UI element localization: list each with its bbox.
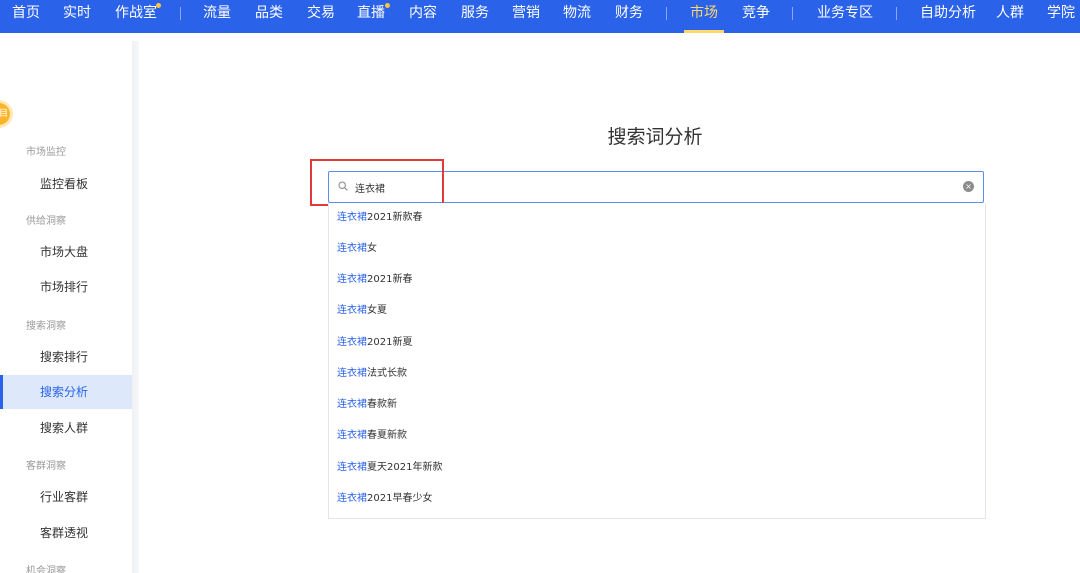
suggestion-item[interactable]: 连衣裙法式长款 [337,364,937,384]
group-label-search-insight: 搜索洞察 [26,321,66,332]
sidebar-item-monitor-board[interactable]: 监控看板 [0,167,132,201]
suggestion-keyword: 连衣裙 [337,305,367,316]
suggestion-rest: 夏天2021年新款 [367,462,443,473]
nav-item-business-zone[interactable]: 业务专区 [817,0,873,33]
suggestion-rest: 法式长款 [367,368,407,379]
nav-divider [896,7,897,20]
suggestion-keyword: 连衣裙 [337,337,367,348]
suggestion-rest: 2021新夏 [367,337,413,348]
group-label-opportunity-insight: 机会洞察 [26,566,66,573]
group-label-customer-insight: 客群洞察 [26,461,66,472]
suggestion-keyword: 连衣裙 [337,399,367,410]
suggestion-item[interactable]: 连衣裙女 [337,239,937,259]
suggestion-item[interactable]: 连衣裙女夏 [337,301,937,321]
nav-item-service[interactable]: 服务 [461,0,489,33]
nav-item-category[interactable]: 品类 [255,0,283,33]
suggestion-keyword: 连衣裙 [337,493,367,504]
nav-item-competition[interactable]: 竞争 [742,0,770,33]
suggestion-rest: 女 [367,243,377,254]
badge-text: 目 [0,109,9,119]
sidebar-item-market-ranking[interactable]: 市场排行 [0,270,132,304]
suggestion-keyword: 连衣裙 [337,212,367,223]
nav-item-live[interactable]: 直播 [357,0,385,33]
sidebar-item-search-analysis[interactable]: 搜索分析 [0,375,132,409]
suggestion-rest: 2021新款春 [367,212,423,223]
nav-divider [666,7,667,20]
page-title: 搜索词分析 [607,126,703,148]
suggestion-item[interactable]: 连衣裙2021新款春 [337,208,937,228]
highlight-annotation [310,159,444,206]
nav-divider [792,7,793,20]
suggestion-item[interactable]: 连衣裙春夏新款 [337,426,937,446]
sidebar-badge[interactable]: 目 [0,103,10,125]
suggestion-keyword: 连衣裙 [337,274,367,285]
sidebar-item-search-ranking[interactable]: 搜索排行 [0,340,132,374]
suggestion-rest: 春夏新款 [367,430,407,441]
nav-item-traffic[interactable]: 流量 [203,0,231,33]
nav-item-content[interactable]: 内容 [409,0,437,33]
nav-item-realtime[interactable]: 实时 [63,0,91,33]
nav-item-academy[interactable]: 学院 [1047,0,1075,33]
suggestion-keyword: 连衣裙 [337,368,367,379]
suggestion-item[interactable]: 连衣裙2021早春少女 [337,489,937,509]
group-label-market-monitor: 市场监控 [26,147,66,158]
suggestion-item[interactable]: 连衣裙2021新春 [337,270,937,290]
group-label-supply-insight: 供给洞察 [26,216,66,227]
sidebar-item-search-crowd[interactable]: 搜索人群 [0,411,132,445]
new-dot-icon [156,3,161,8]
sidebar-item-customer-perspective[interactable]: 客群透视 [0,516,132,550]
nav-item-finance[interactable]: 财务 [615,0,643,33]
suggestion-keyword: 连衣裙 [337,462,367,473]
sidebar-item-market-overview[interactable]: 市场大盘 [0,235,132,269]
nav-item-trade[interactable]: 交易 [307,0,335,33]
suggestion-item[interactable]: 连衣裙夏天2021年新款 [337,458,937,478]
suggestion-rest: 女夏 [367,305,387,316]
nav-item-self-analysis[interactable]: 自助分析 [920,0,976,33]
nav-divider [180,7,181,20]
nav-item-marketing[interactable]: 营销 [512,0,540,33]
nav-item-market[interactable]: 市场 [684,0,724,33]
suggestion-dropdown: 连衣裙2021新款春 连衣裙女 连衣裙2021新春 连衣裙女夏 连衣裙2021新… [328,203,986,519]
top-nav: 首页 实时 作战室 流量 品类 交易 直播 内容 服务 营销 物流 财务 市场 … [0,0,1080,33]
suggestion-item[interactable]: 连衣裙春款新 [337,395,937,415]
nav-item-home[interactable]: 首页 [12,0,40,33]
sidebar: 目 市场监控 监控看板 供给洞察 市场大盘 市场排行 搜索洞察 搜索排行 搜索分… [0,33,132,573]
nav-item-war-room[interactable]: 作战室 [115,0,157,33]
suggestion-rest: 春款新 [367,399,397,410]
new-dot-icon [385,3,390,8]
nav-item-logistics[interactable]: 物流 [563,0,591,33]
sidebar-divider [132,41,139,573]
suggestion-item[interactable]: 连衣裙2021新夏 [337,333,937,353]
clear-icon[interactable]: × [963,181,974,192]
sidebar-item-industry-customers[interactable]: 行业客群 [0,480,132,514]
suggestion-keyword: 连衣裙 [337,243,367,254]
suggestion-keyword: 连衣裙 [337,430,367,441]
suggestion-rest: 2021早春少女 [367,493,433,504]
suggestion-rest: 2021新春 [367,274,413,285]
nav-item-crowd[interactable]: 人群 [996,0,1024,33]
